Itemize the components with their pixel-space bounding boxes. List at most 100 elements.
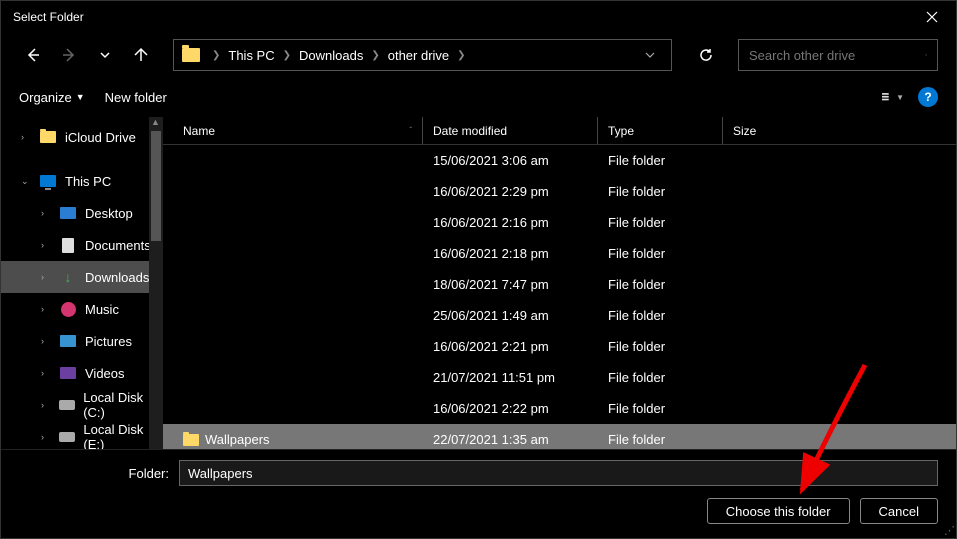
chevron-right-icon: ❯	[208, 50, 224, 61]
arrow-up-icon	[133, 47, 149, 63]
table-row[interactable]: 16/06/2021 2:29 pmFile folder	[163, 176, 956, 207]
cell-type: File folder	[598, 339, 723, 354]
table-row[interactable]: Wallpapers22/07/2021 1:35 amFile folder	[163, 424, 956, 449]
chevron-right-icon: ❯	[367, 50, 383, 61]
organize-button[interactable]: Organize ▼	[19, 90, 85, 105]
cell-type: File folder	[598, 153, 723, 168]
column-headers: Name ˆ Date modified Type Size	[163, 117, 956, 145]
sidebar-item-icloud-drive[interactable]: ›iCloud Drive	[1, 121, 163, 153]
chevron-right-icon: ❯	[453, 50, 469, 61]
folder-icon	[39, 128, 57, 146]
titlebar: Select Folder	[1, 1, 956, 33]
chevron-right-icon: ❯	[279, 50, 295, 61]
recent-dropdown[interactable]	[91, 41, 119, 69]
sidebar-scrollbar[interactable]: ▲	[149, 117, 163, 449]
folder-icon	[183, 434, 199, 446]
chevron-right-icon: ›	[41, 304, 51, 314]
chevron-right-icon: ›	[41, 272, 51, 282]
chevron-right-icon: ›	[41, 208, 51, 218]
cell-date: 16/06/2021 2:29 pm	[423, 184, 598, 199]
table-row[interactable]: 16/06/2021 2:16 pmFile folder	[163, 207, 956, 238]
button-row: Choose this folder Cancel	[19, 498, 938, 524]
sidebar-item-desktop[interactable]: ›Desktop	[1, 197, 163, 229]
new-folder-button[interactable]: New folder	[105, 90, 167, 105]
refresh-icon	[698, 47, 714, 63]
forward-button[interactable]	[55, 41, 83, 69]
column-label: Name	[183, 124, 215, 138]
folder-name-input[interactable]	[179, 460, 938, 486]
breadcrumb-item[interactable]: other drive	[388, 48, 449, 63]
cell-type: File folder	[598, 370, 723, 385]
refresh-button[interactable]	[690, 39, 722, 71]
sidebar-item-label: Videos	[85, 366, 125, 381]
sidebar-item-pictures[interactable]: › Pictures	[1, 325, 163, 357]
main-area: ▲ ›iCloud Drive⌄This PC›Desktop›Document…	[1, 117, 956, 449]
disk-icon	[58, 396, 75, 414]
folder-label: Folder:	[19, 466, 169, 481]
cell-type: File folder	[598, 308, 723, 323]
sidebar-item-videos[interactable]: ›Videos	[1, 357, 163, 389]
breadcrumb-item[interactable]: Downloads	[299, 48, 363, 63]
close-button[interactable]	[920, 5, 944, 29]
sidebar-item-label: Downloads	[85, 270, 149, 285]
folder-input-row: Folder:	[19, 460, 938, 486]
cell-type: File folder	[598, 246, 723, 261]
sidebar-item-local-disk-c-[interactable]: ›Local Disk (C:)	[1, 389, 163, 421]
sidebar-item-label: iCloud Drive	[65, 130, 136, 145]
sidebar-item-label: Pictures	[85, 334, 132, 349]
column-header-name[interactable]: Name ˆ	[163, 117, 423, 144]
chevron-right-icon: ›	[41, 432, 50, 442]
search-box[interactable]	[738, 39, 938, 71]
chevron-right-icon: ›	[41, 336, 51, 346]
sidebar: ▲ ›iCloud Drive⌄This PC›Desktop›Document…	[1, 117, 163, 449]
table-row[interactable]: 16/06/2021 2:21 pmFile folder	[163, 331, 956, 362]
sort-indicator-icon: ˆ	[409, 126, 412, 135]
column-header-type[interactable]: Type	[598, 117, 723, 144]
sidebar-item-music[interactable]: › Music	[1, 293, 163, 325]
help-button[interactable]: ?	[918, 87, 938, 107]
cell-type: File folder	[598, 432, 723, 447]
up-button[interactable]	[127, 41, 155, 69]
pc-icon	[39, 172, 57, 190]
cancel-button[interactable]: Cancel	[860, 498, 938, 524]
breadcrumb-dropdown[interactable]	[637, 48, 663, 63]
sidebar-item-this-pc[interactable]: ⌄This PC	[1, 165, 163, 197]
cell-date: 16/06/2021 2:22 pm	[423, 401, 598, 416]
resize-grip-icon[interactable]: ⋰	[944, 524, 955, 537]
sidebar-item-downloads[interactable]: › ↓ Downloads	[1, 261, 163, 293]
cell-date: 16/06/2021 2:16 pm	[423, 215, 598, 230]
table-row[interactable]: 18/06/2021 7:47 pmFile folder	[163, 269, 956, 300]
cell-type: File folder	[598, 184, 723, 199]
table-row[interactable]: 21/07/2021 11:51 pmFile folder	[163, 362, 956, 393]
cell-name: Wallpapers	[163, 432, 423, 447]
sidebar-item-label: Music	[85, 302, 119, 317]
pictures-icon	[59, 332, 77, 350]
back-button[interactable]	[19, 41, 47, 69]
sidebar-item-local-disk-e-[interactable]: ›Local Disk (E:)	[1, 421, 163, 449]
organize-label: Organize	[19, 90, 72, 105]
breadcrumb-item[interactable]: This PC	[228, 48, 274, 63]
view-options-button[interactable]: ▼	[882, 86, 904, 108]
help-icon: ?	[924, 90, 931, 104]
table-row[interactable]: 25/06/2021 1:49 amFile folder	[163, 300, 956, 331]
cell-type: File folder	[598, 277, 723, 292]
sidebar-item-documents[interactable]: ›Documents	[1, 229, 163, 261]
search-input[interactable]	[749, 48, 925, 63]
cell-date: 22/07/2021 1:35 am	[423, 432, 598, 447]
music-icon	[59, 300, 77, 318]
breadcrumb[interactable]: ❯ This PC ❯ Downloads ❯ other drive ❯	[173, 39, 672, 71]
column-header-date[interactable]: Date modified	[423, 117, 598, 144]
table-row[interactable]: 16/06/2021 2:22 pmFile folder	[163, 393, 956, 424]
scrollbar-thumb[interactable]	[151, 131, 161, 241]
cell-date: 15/06/2021 3:06 am	[423, 153, 598, 168]
table-row[interactable]: 16/06/2021 2:18 pmFile folder	[163, 238, 956, 269]
cell-type: File folder	[598, 401, 723, 416]
table-row[interactable]: 15/06/2021 3:06 amFile folder	[163, 145, 956, 176]
chevron-down-icon	[645, 50, 655, 60]
cell-date: 25/06/2021 1:49 am	[423, 308, 598, 323]
column-header-size[interactable]: Size	[723, 117, 823, 144]
choose-folder-button[interactable]: Choose this folder	[707, 498, 850, 524]
downloads-icon: ↓	[59, 268, 77, 286]
desktop-icon	[59, 204, 77, 222]
arrow-left-icon	[25, 47, 41, 63]
